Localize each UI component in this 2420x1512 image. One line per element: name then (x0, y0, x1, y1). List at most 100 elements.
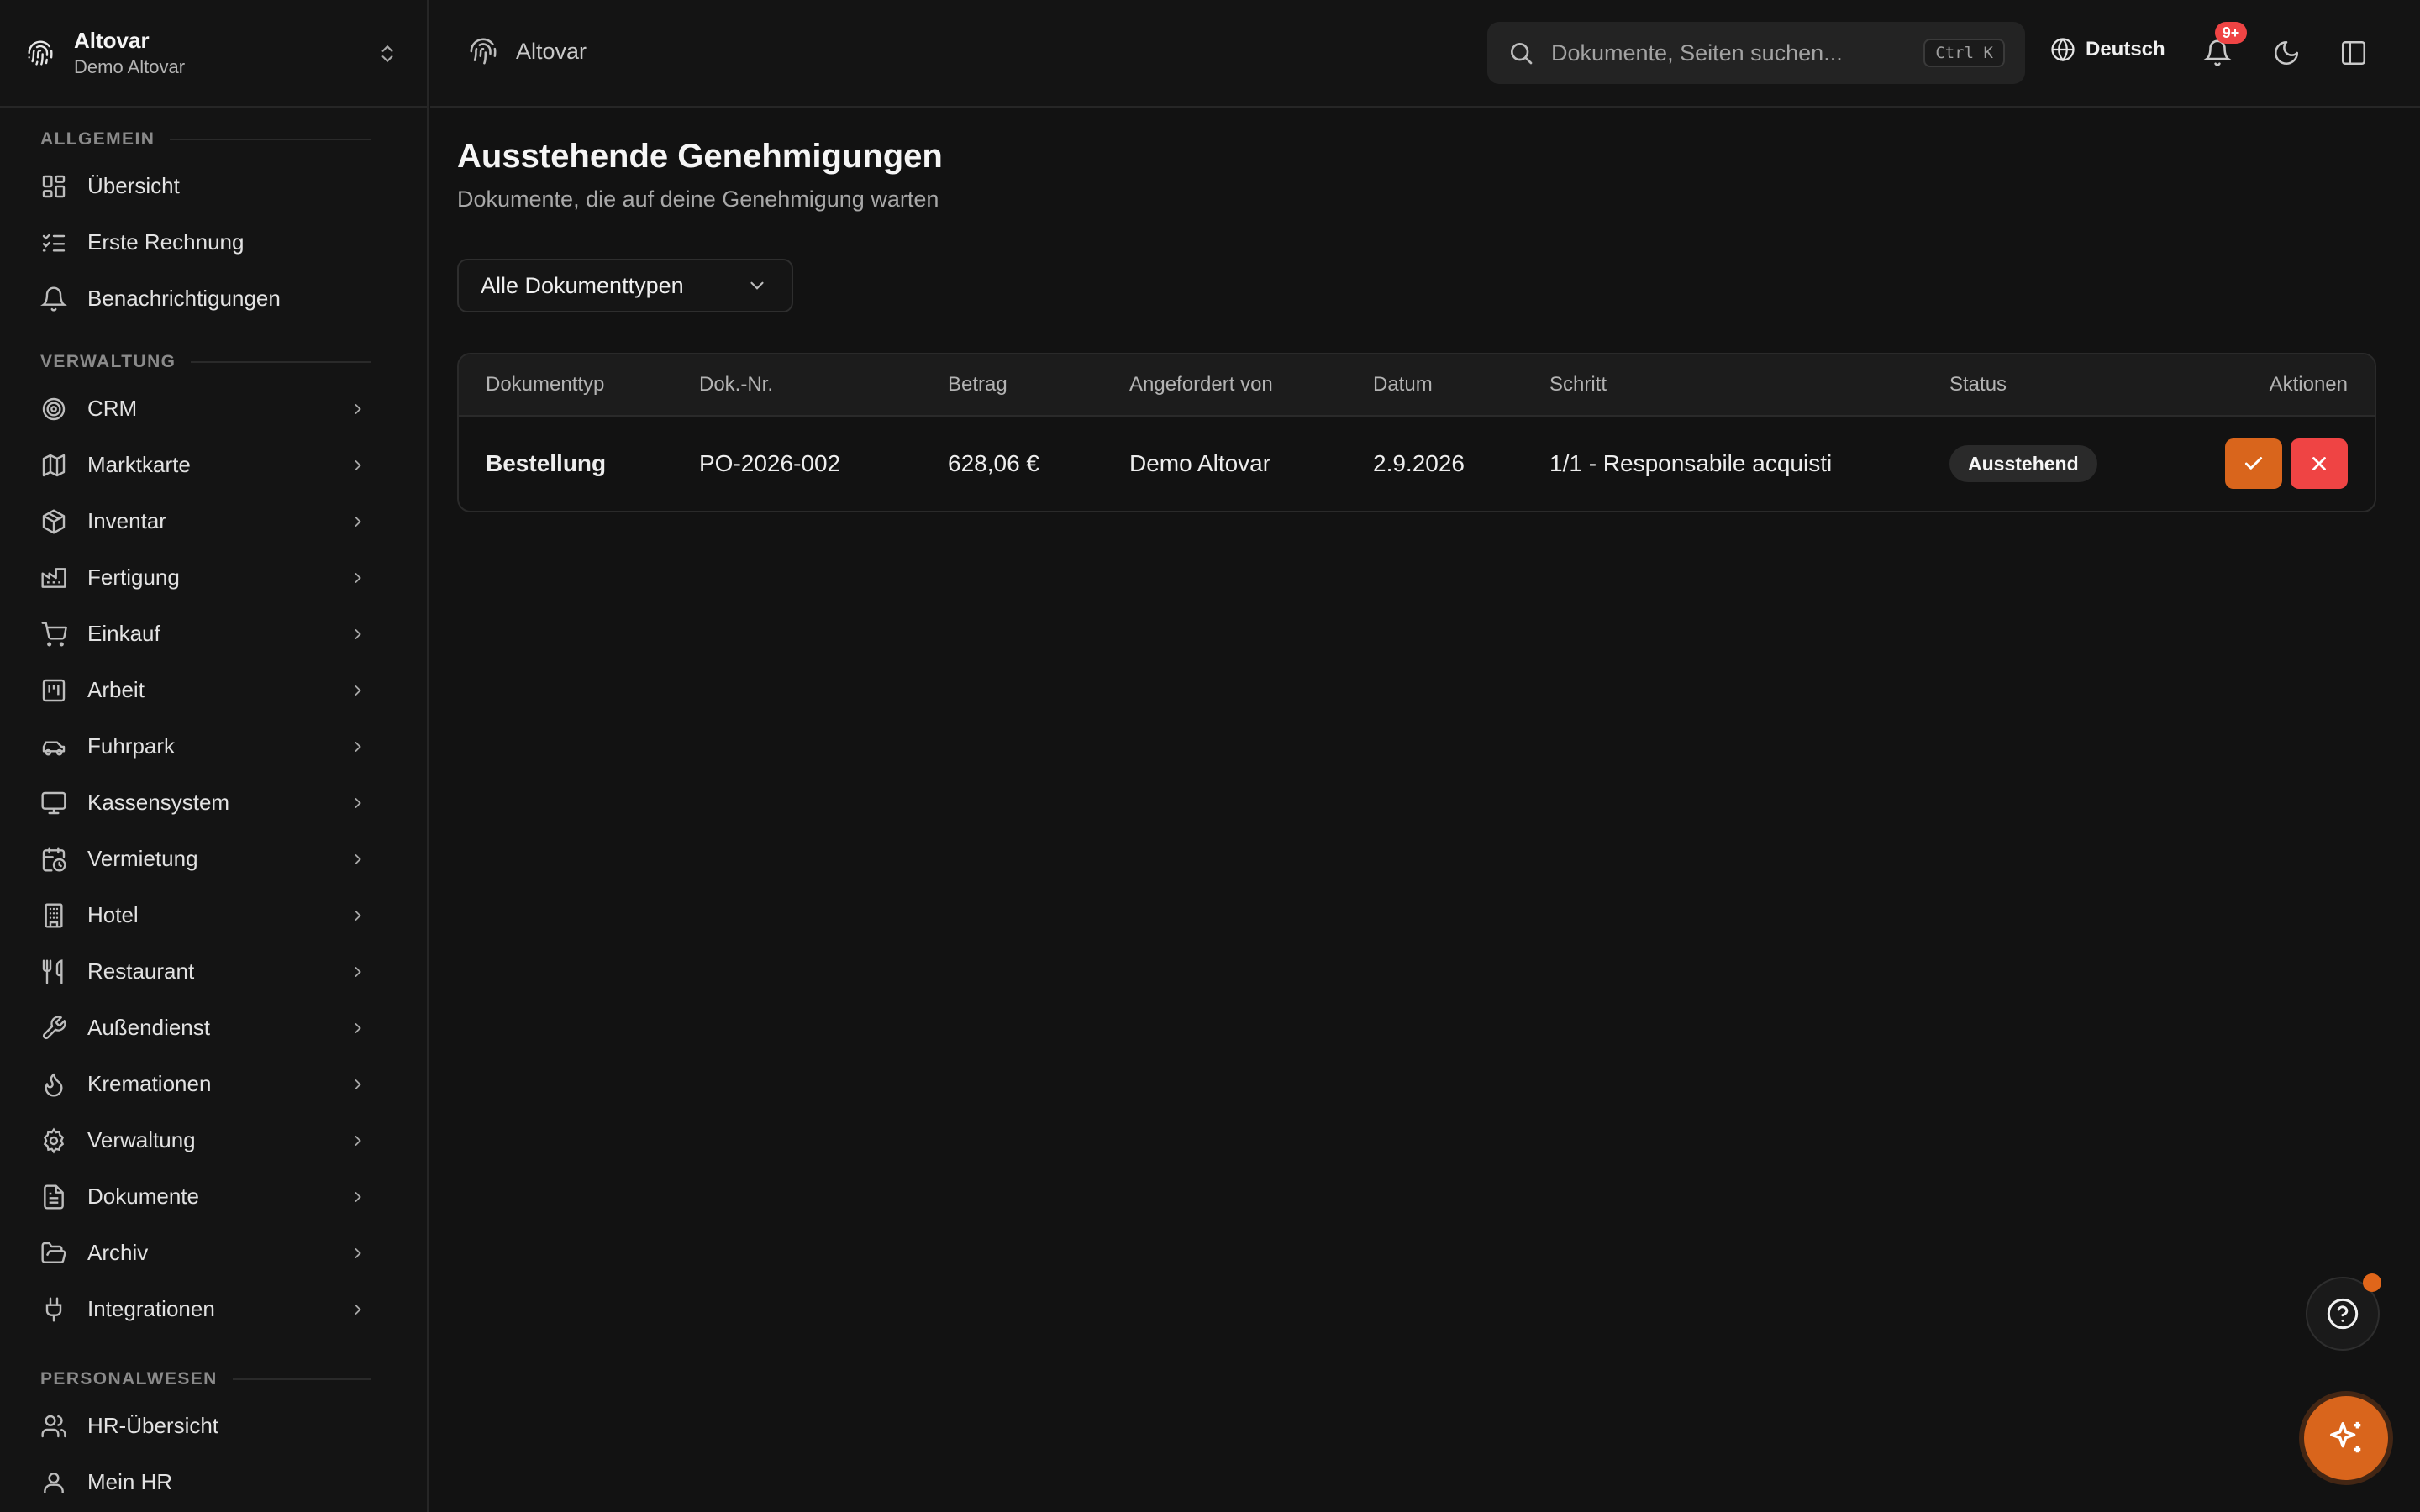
page-title: Ausstehende Genehmigungen (457, 138, 943, 175)
table-header: Dokumenttyp Dok.-Nr. Betrag Angefordert … (459, 354, 2375, 417)
sidebar-item-label: Marktkarte (87, 452, 191, 477)
table-row[interactable]: Bestellung PO-2026-002 628,06 € Demo Alt… (459, 417, 2375, 511)
breadcrumb-label: Altovar (516, 38, 587, 64)
sidebar-item-label: Archiv (87, 1240, 149, 1265)
search-input[interactable] (1551, 39, 1924, 66)
sidebar: Altovar Demo Altovar ALLGEMEIN Übersicht… (0, 0, 429, 1512)
sidebar-item-pos[interactable]: Kassensystem (0, 774, 427, 831)
sidebar-item-label: Verwaltung (87, 1127, 196, 1152)
sidebar-item-label: Benachrichtigungen (87, 286, 281, 311)
sidebar-item-first-invoice[interactable]: Erste Rechnung (0, 214, 427, 270)
column-header: Angefordert von (1129, 373, 1273, 396)
checklist-icon (42, 233, 66, 252)
sidebar-item-my-hr[interactable]: Mein HR (0, 1454, 427, 1510)
search-bar[interactable]: Ctrl K (1487, 22, 2025, 84)
sidebar-item-cremations[interactable]: Kremationen (0, 1056, 427, 1112)
sidebar-item-documents[interactable]: Dokumente (0, 1168, 427, 1225)
notification-badge: 9+ (2215, 22, 2247, 44)
section-label-text: PERSONALWESEN (40, 1369, 218, 1389)
sidebar-item-label: Hotel (87, 902, 139, 927)
column-header: Betrag (948, 373, 1007, 396)
sidebar-item-label: Dokumente (87, 1184, 199, 1209)
column-header: Dok.-Nr. (699, 373, 774, 396)
sidebar-toggle-icon[interactable] (2339, 39, 2368, 67)
users-icon (41, 1415, 66, 1437)
org-switcher[interactable]: Altovar Demo Altovar (0, 0, 427, 108)
reject-button[interactable] (2291, 438, 2348, 489)
chevron-right-icon (355, 910, 361, 921)
section-label-text: ALLGEMEIN (40, 129, 155, 149)
sidebar-item-label: HR-Übersicht (87, 1413, 219, 1438)
approvals-table: Dokumenttyp Dok.-Nr. Betrag Angefordert … (457, 353, 2376, 512)
building-icon (45, 902, 63, 928)
chevron-right-icon (355, 1191, 361, 1202)
breadcrumb[interactable]: Altovar (469, 37, 587, 66)
sidebar-item-label: Übersicht (87, 173, 180, 198)
cell-step: 1/1 - Responsabile acquisti (1549, 450, 1833, 476)
sidebar-item-label: CRM (87, 396, 138, 421)
cell-document-number: PO-2026-002 (699, 450, 841, 476)
sidebar-item-overview[interactable]: Übersicht (0, 158, 427, 214)
ai-assistant-button[interactable] (2304, 1396, 2388, 1480)
sidebar-item-field-service[interactable]: Außendienst (0, 1000, 427, 1056)
org-name: Altovar (74, 28, 150, 53)
sidebar-item-label: Kremationen (87, 1071, 212, 1096)
moon-icon[interactable] (2272, 39, 2301, 67)
utensils-icon (42, 958, 63, 984)
sidebar-item-fleet[interactable]: Fuhrpark (0, 718, 427, 774)
sidebar-item-manufacturing[interactable]: Fertigung (0, 549, 427, 606)
language-switcher[interactable]: Deutsch (2050, 37, 2165, 62)
status-badge: Ausstehend (1949, 445, 2097, 482)
kanban-icon (42, 679, 66, 701)
chevron-right-icon (355, 403, 361, 414)
sidebar-item-label: Erste Rechnung (87, 229, 245, 255)
cell-date: 2.9.2026 (1373, 450, 1465, 476)
section-label-admin: VERWALTUNG (0, 344, 427, 381)
sidebar-item-archive[interactable]: Archiv (0, 1225, 427, 1281)
sidebar-item-restaurant[interactable]: Restaurant (0, 943, 427, 1000)
sidebar-item-administration[interactable]: Verwaltung (0, 1112, 427, 1168)
target-icon (42, 397, 66, 420)
org-text: Altovar Demo Altovar (74, 26, 185, 80)
factory-icon (41, 567, 66, 588)
calendar-clock-icon (42, 846, 66, 872)
section-label-general: ALLGEMEIN (0, 121, 427, 158)
chevron-right-icon (355, 685, 361, 696)
sidebar-item-crm[interactable]: CRM (0, 381, 427, 437)
chevron-right-icon (355, 1247, 361, 1258)
sidebar-item-label: Fertigung (87, 564, 180, 590)
cell-document-type: Bestellung (486, 450, 607, 476)
cell-requested-by: Demo Altovar (1129, 450, 1271, 476)
shortcut-hint: Ctrl K (1923, 39, 2005, 67)
file-icon (44, 1184, 64, 1210)
sidebar-item-notifications[interactable]: Benachrichtigungen (0, 270, 427, 327)
chevron-right-icon (355, 1079, 361, 1089)
sidebar-item-label: Restaurant (87, 958, 195, 984)
document-type-filter[interactable]: Alle Dokumenttypen (457, 259, 793, 312)
section-label-text: VERWALTUNG (40, 352, 176, 371)
sidebar-item-work[interactable]: Arbeit (0, 662, 427, 718)
column-header: Aktionen (2269, 373, 2348, 396)
fingerprint-icon (28, 40, 53, 66)
sidebar-item-hr-overview[interactable]: HR-Übersicht (0, 1398, 427, 1454)
sidebar-item-market-map[interactable]: Marktkarte (0, 437, 427, 493)
page-subtitle: Dokumente, die auf deine Genehmigung war… (457, 186, 939, 212)
chevrons-up-down-icon (381, 45, 393, 63)
filter-value: Alle Dokumenttypen (481, 272, 684, 298)
sidebar-item-label: Mein HR (87, 1469, 173, 1494)
help-indicator-dot (2363, 1273, 2381, 1292)
topbar: Altovar Ctrl K Deutsch 9+ (430, 0, 2420, 108)
chevron-right-icon (355, 1135, 361, 1146)
sidebar-item-integrations[interactable]: Integrationen (0, 1281, 427, 1337)
sidebar-item-purchasing[interactable]: Einkauf (0, 606, 427, 662)
approve-button[interactable] (2225, 438, 2282, 489)
column-header: Status (1949, 373, 2007, 396)
sidebar-item-hotel[interactable]: Hotel (0, 887, 427, 943)
sidebar-item-inventory[interactable]: Inventar (0, 493, 427, 549)
sidebar-item-label: Kassensystem (87, 790, 230, 815)
sidebar-item-rental[interactable]: Vermietung (0, 831, 427, 887)
package-icon (42, 508, 66, 534)
main-content: Ausstehende Genehmigungen Dokumente, die… (430, 109, 2420, 1512)
sidebar-item-label: Außendienst (87, 1015, 210, 1040)
org-subtitle: Demo Altovar (74, 56, 186, 77)
